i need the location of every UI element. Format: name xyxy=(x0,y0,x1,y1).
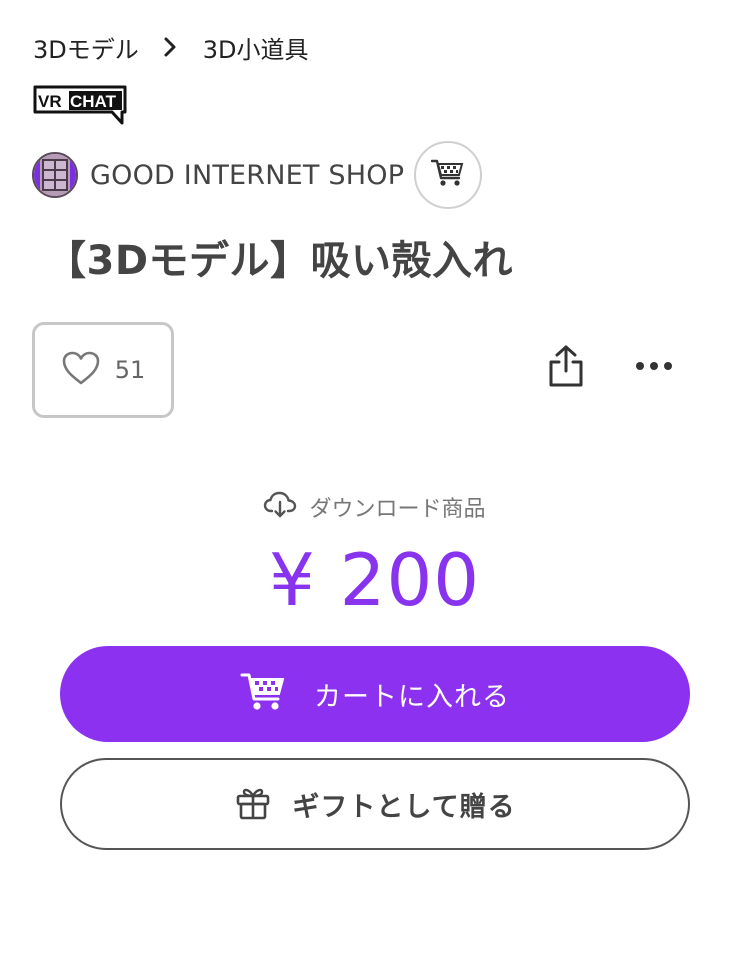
share-icon xyxy=(546,344,586,392)
more-button[interactable] xyxy=(628,342,680,390)
more-icon xyxy=(633,362,675,370)
product-title: 【3Dモデル】吸い殻入れ xyxy=(46,238,514,284)
shop-name[interactable]: GOOD INTERNET SHOP xyxy=(90,160,404,191)
add-to-cart-label: カートに入れる xyxy=(314,681,510,713)
share-button[interactable] xyxy=(540,342,592,394)
shop-cart-icon xyxy=(430,158,465,192)
download-type-label: ダウンロード商品 xyxy=(309,497,486,522)
add-to-cart-button[interactable]: カートに入れる xyxy=(60,646,690,742)
vrchat-badge: VR CHAT xyxy=(32,84,130,130)
cart-icon xyxy=(240,671,286,717)
shop-row: GOOD INTERNET SHOP xyxy=(32,140,483,210)
breadcrumb-item-3d-model[interactable]: 3Dモデル xyxy=(33,30,139,65)
download-type-row: ダウンロード商品 xyxy=(0,490,749,524)
vrchat-badge-vr: VR xyxy=(38,92,62,111)
gift-button[interactable]: ギフトとして贈る xyxy=(60,758,690,850)
product-price: ¥ 200 xyxy=(268,538,481,622)
cloud-download-icon xyxy=(263,490,297,524)
breadcrumb-item-3d-props[interactable]: 3D小道具 xyxy=(203,30,309,65)
breadcrumb: 3Dモデル 3D小道具 xyxy=(33,30,309,64)
vrchat-badge-chat: CHAT xyxy=(70,92,117,111)
like-count: 51 xyxy=(114,356,146,384)
shop-avatar[interactable] xyxy=(32,152,78,198)
chevron-right-icon xyxy=(163,36,177,58)
heart-icon xyxy=(61,350,101,390)
gift-label: ギフトとして贈る xyxy=(292,791,516,823)
shop-cart-button[interactable] xyxy=(414,141,483,209)
gift-icon xyxy=(234,783,272,825)
like-button[interactable]: 51 xyxy=(32,322,174,418)
